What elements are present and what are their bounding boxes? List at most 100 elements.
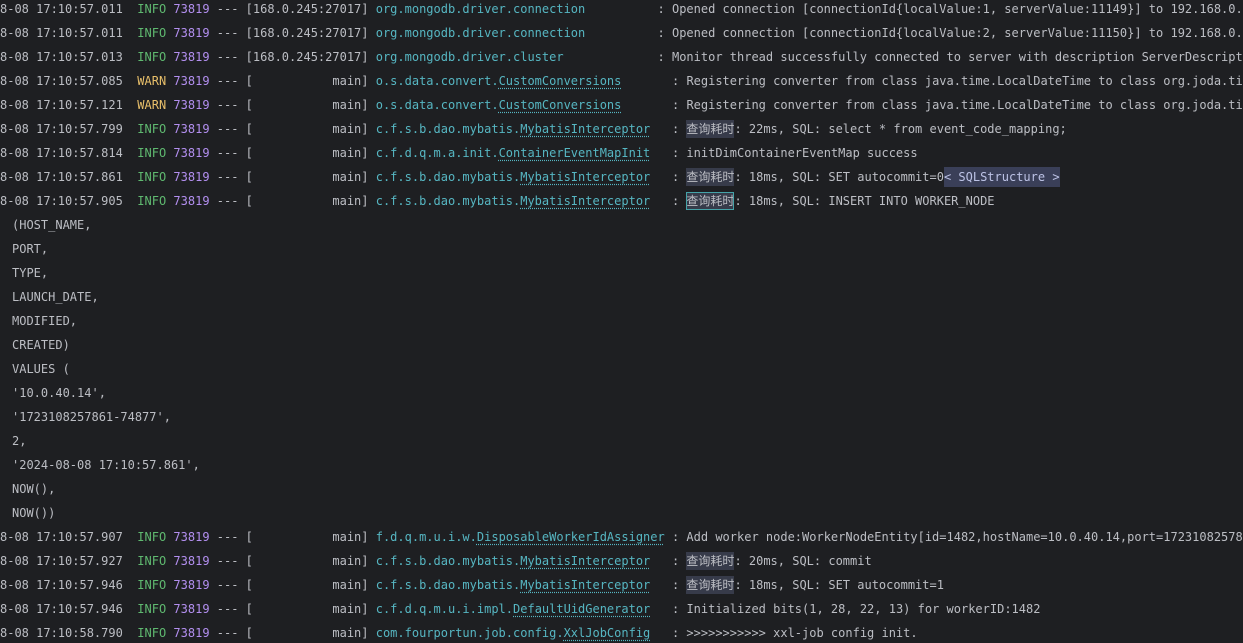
log-pid: 73819 xyxy=(173,2,210,16)
log-line[interactable]: 8-08 17:10:57.861 INFO 73819 --- [ main]… xyxy=(0,165,1060,189)
log-logger-class-link[interactable]: CustomConversions xyxy=(499,74,622,88)
log-thread: [ main] xyxy=(245,122,369,136)
log-logger-class-link[interactable]: MybatisInterceptor xyxy=(520,554,650,568)
log-thread: [ main] xyxy=(245,194,369,208)
log-continuation-line[interactable]: (HOST_NAME, xyxy=(12,213,91,237)
log-thread: [ main] xyxy=(245,74,369,88)
log-message: '1723108257861-74877', xyxy=(12,410,171,424)
log-continuation-line[interactable]: LAUNCH_DATE, xyxy=(12,285,99,309)
log-thread: [168.0.245:27017] xyxy=(245,2,369,16)
log-continuation-line[interactable]: TYPE, xyxy=(12,261,48,285)
log-logger-package: o.s.data.convert. xyxy=(375,74,499,88)
log-line[interactable]: 8-08 17:10:57.946 INFO 73819 --- [ main]… xyxy=(0,597,1040,621)
log-logger-class-link[interactable]: DisposableWorkerIdAssigner xyxy=(477,530,665,544)
log-thread: [ main] xyxy=(245,530,369,544)
log-continuation-line[interactable]: '10.0.40.14', xyxy=(12,381,106,405)
log-timestamp: 8-08 17:10:57.121 xyxy=(0,98,123,112)
log-logger-class-link[interactable]: MybatisInterceptor xyxy=(520,122,650,136)
log-continuation-line[interactable]: 2, xyxy=(12,429,26,453)
log-level: INFO xyxy=(137,626,167,640)
log-level: WARN xyxy=(137,98,167,112)
log-line[interactable]: 8-08 17:10:57.814 INFO 73819 --- [ main]… xyxy=(0,141,918,165)
console-output[interactable]: 8-08 17:10:57.011 INFO 73819 --- [168.0.… xyxy=(0,0,1243,643)
log-line[interactable]: 8-08 17:10:57.799 INFO 73819 --- [ main]… xyxy=(0,117,1067,141)
log-separator: --- xyxy=(209,170,246,184)
log-timestamp: 8-08 17:10:57.946 xyxy=(0,602,123,616)
log-line[interactable]: 8-08 17:10:57.085 WARN 73819 --- [ main]… xyxy=(0,69,1243,93)
log-highlight: 查询耗时 xyxy=(686,120,735,138)
log-logger-class-link[interactable]: DefaultUidGenerator xyxy=(513,602,650,616)
log-logger-class-link[interactable]: CustomConversions xyxy=(499,98,622,112)
log-logger-class-link[interactable]: XxlJobConfig xyxy=(564,626,651,640)
log-thread: [ main] xyxy=(245,146,369,160)
log-message: Monitor thread successfully connected to… xyxy=(671,50,1243,64)
log-colon: : xyxy=(664,194,687,208)
log-level: INFO xyxy=(137,146,167,160)
log-level: INFO xyxy=(137,2,167,16)
log-message: '2024-08-08 17:10:57.861', xyxy=(12,458,200,472)
log-timestamp: 8-08 17:10:57.905 xyxy=(0,194,123,208)
log-logger-class-link[interactable]: ContainerEventMapInit xyxy=(499,146,651,160)
log-continuation-line[interactable]: NOW()) xyxy=(12,501,55,525)
log-message: LAUNCH_DATE, xyxy=(12,290,99,304)
log-message: Registering converter from class java.ti… xyxy=(686,74,1243,88)
log-separator: --- xyxy=(209,74,246,88)
log-continuation-line[interactable]: MODIFIED, xyxy=(12,309,77,333)
log-line[interactable]: 8-08 17:10:57.013 INFO 73819 --- [168.0.… xyxy=(0,45,1243,69)
log-line[interactable]: 8-08 17:10:57.905 INFO 73819 --- [ main]… xyxy=(0,189,995,213)
log-separator: --- xyxy=(209,602,246,616)
log-message: initDimContainerEventMap success xyxy=(686,146,918,160)
log-line[interactable]: 8-08 17:10:57.011 INFO 73819 --- [168.0.… xyxy=(0,0,1243,21)
log-colon: : xyxy=(650,2,672,16)
log-logger-package: org.mongodb.driver.cluster xyxy=(375,50,564,64)
log-timestamp: 8-08 17:10:57.946 xyxy=(0,578,123,592)
log-continuation-line[interactable]: CREATED) xyxy=(12,333,70,357)
log-message: (HOST_NAME, xyxy=(12,218,92,232)
log-line[interactable]: 8-08 17:10:57.011 INFO 73819 --- [168.0.… xyxy=(0,21,1243,45)
log-logger-package: c.f.s.b.dao.mybatis. xyxy=(375,122,521,136)
log-line[interactable]: 8-08 17:10:58.790 INFO 73819 --- [ main]… xyxy=(0,621,918,643)
log-continuation-line[interactable]: '1723108257861-74877', xyxy=(12,405,171,429)
log-thread: [ main] xyxy=(245,170,369,184)
log-message: NOW(), xyxy=(12,482,56,496)
log-logger-package: c.f.d.q.m.a.init. xyxy=(375,146,499,160)
log-logger-class-link[interactable]: MybatisInterceptor xyxy=(520,170,650,184)
log-logger-package: c.f.s.b.dao.mybatis. xyxy=(375,170,521,184)
log-separator: --- xyxy=(209,2,246,16)
log-pid: 73819 xyxy=(173,170,210,184)
log-continuation-line[interactable]: '2024-08-08 17:10:57.861', xyxy=(12,453,200,477)
log-logger-package: org.mongodb.driver.connection xyxy=(375,26,586,40)
log-message: VALUES ( xyxy=(12,362,70,376)
log-level: INFO xyxy=(137,578,167,592)
log-message: 2, xyxy=(12,434,27,448)
log-message: : 18ms, SQL: SET autocommit=1 xyxy=(734,578,944,592)
log-separator: --- xyxy=(209,122,246,136)
log-line[interactable]: 8-08 17:10:57.121 WARN 73819 --- [ main]… xyxy=(0,93,1243,117)
log-continuation-line[interactable]: NOW(), xyxy=(12,477,55,501)
log-line[interactable]: 8-08 17:10:57.946 INFO 73819 --- [ main]… xyxy=(0,573,944,597)
log-pid: 73819 xyxy=(173,98,210,112)
log-line[interactable]: 8-08 17:10:57.907 INFO 73819 --- [ main]… xyxy=(0,525,1243,549)
log-separator: --- xyxy=(209,194,246,208)
log-logger-package: o.s.data.convert. xyxy=(375,98,499,112)
log-pid: 73819 xyxy=(173,626,210,640)
log-line[interactable]: 8-08 17:10:57.927 INFO 73819 --- [ main]… xyxy=(0,549,872,573)
log-logger-class-link[interactable]: MybatisInterceptor xyxy=(520,194,650,208)
log-colon: : xyxy=(664,530,687,544)
log-colon: : xyxy=(664,170,687,184)
log-logger-class-link[interactable]: MybatisInterceptor xyxy=(520,578,650,592)
log-continuation-line[interactable]: PORT, xyxy=(12,237,48,261)
log-colon: : xyxy=(650,26,672,40)
log-thread: [ main] xyxy=(245,626,369,640)
log-continuation-line[interactable]: VALUES ( xyxy=(12,357,70,381)
log-message: : 22ms, SQL: select * from event_code_ma… xyxy=(734,122,1067,136)
log-pid: 73819 xyxy=(173,194,210,208)
log-message: '10.0.40.14', xyxy=(12,386,106,400)
log-message: CREATED) xyxy=(12,338,70,352)
log-message: Opened connection [connectionId{localVal… xyxy=(671,2,1243,16)
sql-structure-badge[interactable]: < SQLStructure > xyxy=(943,167,1060,187)
log-message: Opened connection [connectionId{localVal… xyxy=(671,26,1243,40)
log-highlight: 查询耗时 xyxy=(686,576,735,594)
log-timestamp: 8-08 17:10:58.790 xyxy=(0,626,123,640)
log-timestamp: 8-08 17:10:57.011 xyxy=(0,26,123,40)
